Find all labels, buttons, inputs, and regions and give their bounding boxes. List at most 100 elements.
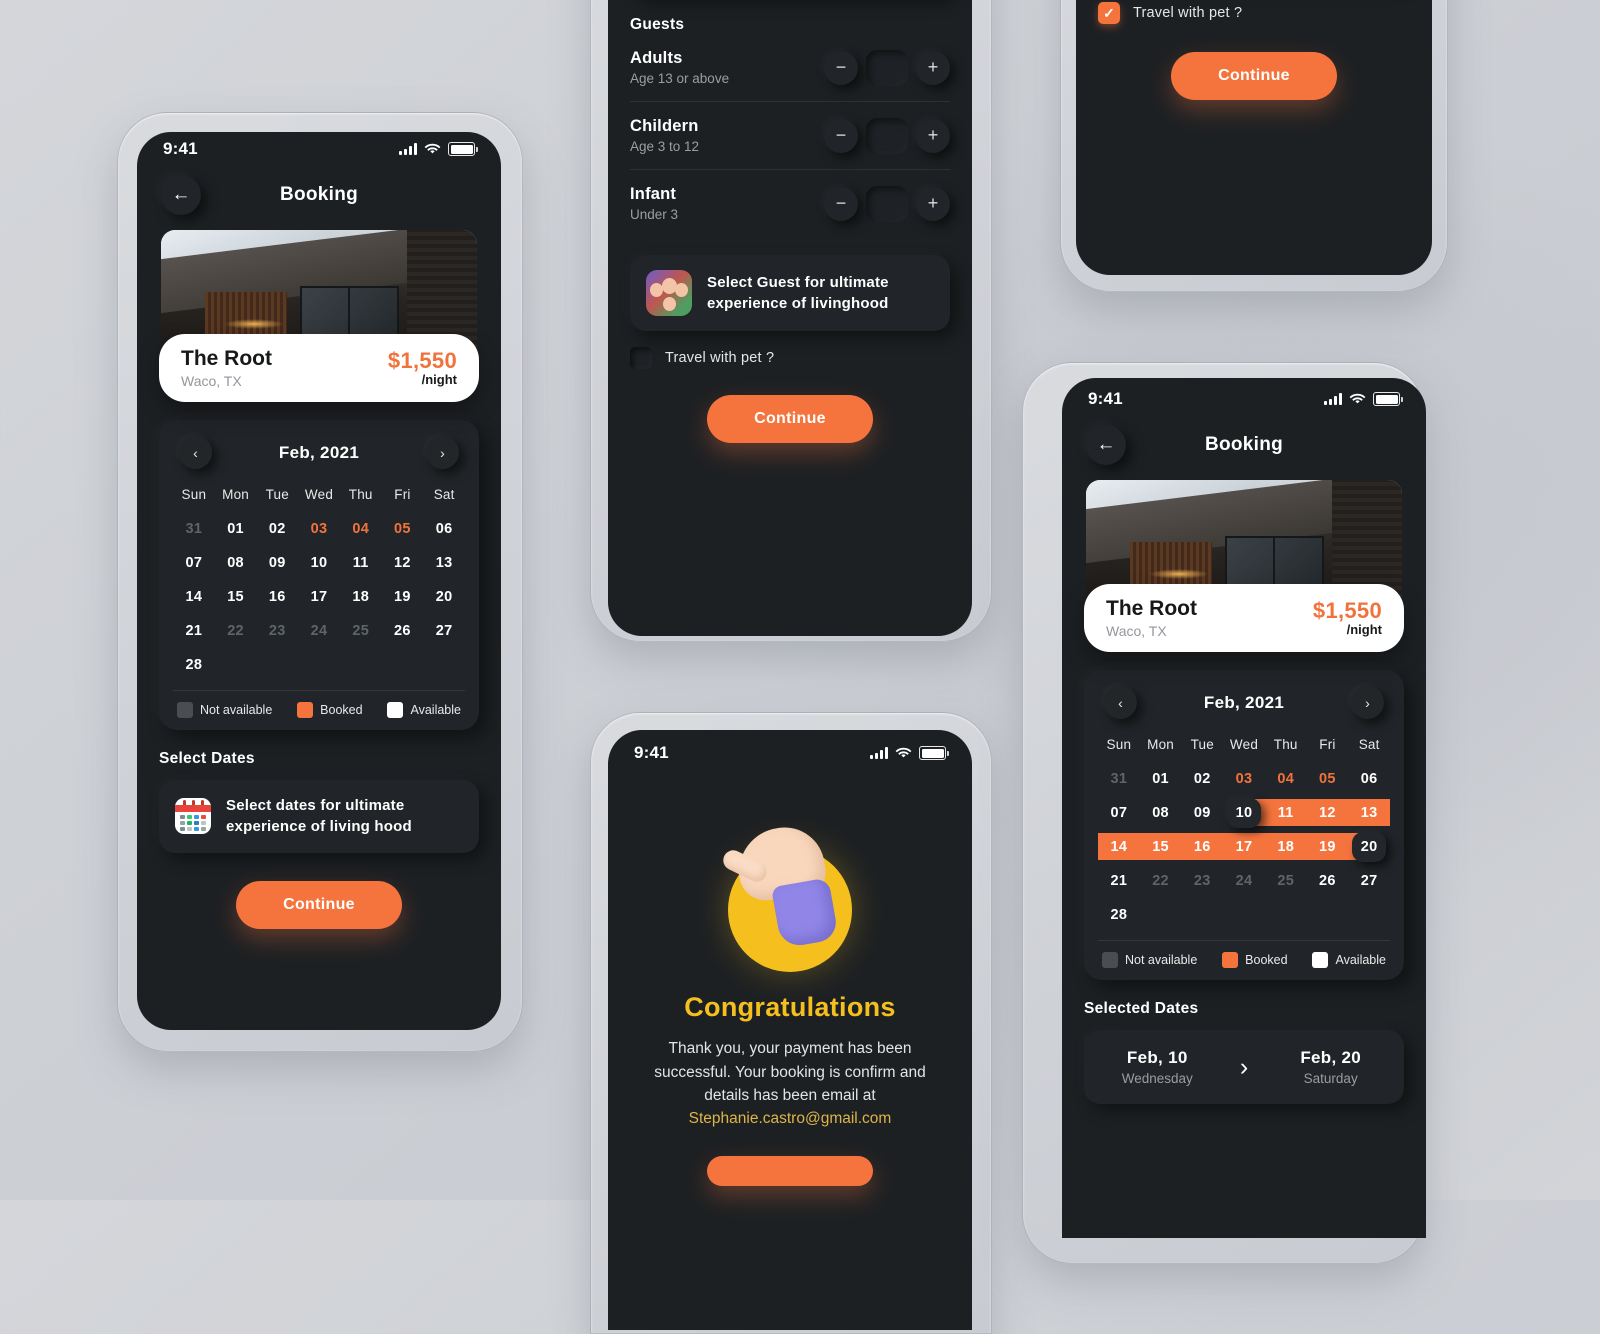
calendar-day-12[interactable]: 12 [382, 547, 424, 578]
calendar-day-16[interactable]: 16 [1181, 831, 1224, 862]
calendar-day-19[interactable]: 19 [1306, 831, 1349, 862]
calendar-day-25[interactable]: 25 [340, 615, 382, 646]
calendar-day-23[interactable]: 23 [256, 615, 298, 646]
calendar-day-20[interactable]: 20 [1348, 831, 1390, 862]
back-button[interactable]: ← [161, 175, 201, 215]
calendar-day-20[interactable]: 20 [423, 581, 465, 612]
calendar-day-13[interactable]: 13 [1348, 797, 1390, 828]
battery-icon [919, 746, 949, 760]
calendar-day-04[interactable]: 04 [1265, 763, 1307, 794]
calendar-prev-button[interactable]: ‹ [179, 436, 212, 469]
property-info-card-2[interactable]: The Root Waco, TX $1,550 /night [1084, 583, 1404, 652]
calendar-day-14[interactable]: 14 [173, 581, 215, 612]
property-info-card[interactable]: The Root Waco, TX $1,550 /night [159, 333, 479, 402]
calendar-day-08[interactable]: 08 [1140, 797, 1182, 828]
calendar-day-05[interactable]: 05 [1307, 763, 1349, 794]
calendar-day-18[interactable]: 18 [1264, 831, 1307, 862]
calendar-next-button-2[interactable]: › [1350, 686, 1384, 719]
back-button-2[interactable]: ← [1086, 425, 1126, 465]
status-time: 9:41 [163, 139, 198, 158]
continue-button-guests[interactable]: Continue [707, 395, 873, 443]
nav-bar: ← Booking [137, 166, 501, 224]
calendar-day-28[interactable]: 28 [173, 649, 215, 680]
travel-with-pet-row-checked[interactable]: ✓ Travel with pet ? [1098, 2, 1410, 24]
legend-label: Booked [1245, 953, 1288, 967]
calendar-day-18[interactable]: 18 [340, 581, 382, 612]
congrats-action-button[interactable] [707, 1155, 873, 1186]
calendar-day-09[interactable]: 09 [1181, 797, 1223, 828]
travel-with-pet-row[interactable]: Travel with pet ? [630, 347, 950, 369]
property-price-unit: /night [421, 371, 457, 387]
selected-date-range-2[interactable]: Feb, 10 Wednesday › Feb, 20 Saturday [1084, 1030, 1404, 1104]
congrats-content: Congratulations Thank you, your payment … [608, 770, 972, 1186]
calendar-day-10[interactable]: 10 [298, 547, 340, 578]
calendar-day-15[interactable]: 15 [1139, 831, 1182, 862]
calendar-day-16[interactable]: 16 [256, 581, 298, 612]
calendar-day-12[interactable]: 12 [1306, 797, 1349, 828]
calendar-prev-button-2[interactable]: ‹ [1104, 686, 1137, 719]
calendar-next-button[interactable]: › [425, 436, 459, 469]
calendar-day-01[interactable]: 01 [1140, 763, 1182, 794]
calendar-day-02[interactable]: 02 [1181, 763, 1223, 794]
calendar-day-26[interactable]: 26 [382, 615, 424, 646]
calendar-day-21[interactable]: 21 [1098, 865, 1140, 896]
calendar-day-label: 05 [394, 520, 411, 537]
calendar-day-13[interactable]: 13 [423, 547, 465, 578]
calendar-day-14[interactable]: 14 [1098, 831, 1140, 862]
calendar-day-15[interactable]: 15 [215, 581, 257, 612]
calendar-day-11[interactable]: 11 [340, 547, 382, 578]
calendar-day-17[interactable]: 17 [1223, 831, 1265, 862]
calendar-day-label: 06 [435, 520, 453, 537]
stepper-plus-button[interactable]: + [916, 50, 950, 85]
continue-button-guests-selected[interactable]: Continue [1171, 52, 1337, 100]
stepper-plus-button[interactable]: + [916, 118, 950, 153]
calendar-day-10[interactable]: 10 [1223, 797, 1265, 828]
calendar-day-08[interactable]: 08 [215, 547, 257, 578]
calendar-day-04[interactable]: 04 [340, 513, 382, 544]
guest-stepper: − + [824, 185, 950, 222]
travel-with-pet-checkbox[interactable] [630, 347, 652, 369]
legend-item-not-available: Not available [177, 702, 272, 718]
stepper-minus-button[interactable]: − [824, 186, 858, 221]
stepper-minus-button[interactable]: − [824, 50, 858, 85]
calendar-day-03[interactable]: 03 [298, 513, 340, 544]
calendar-day-27[interactable]: 27 [423, 615, 465, 646]
calendar-day-09[interactable]: 09 [256, 547, 298, 578]
calendar-day-22[interactable]: 22 [1140, 865, 1182, 896]
calendar-day-25[interactable]: 25 [1265, 865, 1307, 896]
calendar-day-06[interactable]: 06 [423, 513, 465, 544]
calendar-day-label: 15 [227, 588, 244, 605]
calendar-day-26[interactable]: 26 [1307, 865, 1349, 896]
calendar-day-24[interactable]: 24 [1223, 865, 1265, 896]
calendar-day-22[interactable]: 22 [215, 615, 257, 646]
calendar-day-01[interactable]: 01 [215, 513, 257, 544]
property-price: $1,550 [387, 348, 457, 374]
calendar-day-21[interactable]: 21 [173, 615, 215, 646]
select-guest-tip-card[interactable]: Select Guest for ultimate experience of … [630, 255, 950, 331]
calendar-day-31[interactable]: 31 [1098, 763, 1140, 794]
calendar-day-07[interactable]: 07 [1098, 797, 1140, 828]
travel-with-pet-checkbox-checked[interactable]: ✓ [1098, 2, 1120, 24]
calendar-day-11[interactable]: 11 [1264, 797, 1307, 828]
calendar-day-05[interactable]: 05 [382, 513, 424, 544]
select-dates-tip-card[interactable]: Select dates for ultimate experience of … [159, 780, 479, 853]
calendar-day-label: 22 [227, 622, 244, 639]
calendar-day-label: 12 [1319, 804, 1336, 821]
continue-button[interactable]: Continue [236, 880, 402, 929]
calendar-day-28[interactable]: 28 [1098, 899, 1140, 930]
calendar-day-31[interactable]: 31 [173, 513, 215, 544]
calendar-day-02[interactable]: 02 [256, 513, 298, 544]
calendar-day-label: 01 [1152, 770, 1169, 787]
calendar-day-17[interactable]: 17 [298, 581, 340, 612]
status-bar-congrats: 9:41 [608, 736, 972, 770]
calendar-day-03[interactable]: 03 [1223, 763, 1265, 794]
calendar-day-24[interactable]: 24 [298, 615, 340, 646]
calendar-day-07[interactable]: 07 [173, 547, 215, 578]
calendar-day-23[interactable]: 23 [1181, 865, 1223, 896]
calendar-day-label: 24 [1235, 872, 1253, 889]
stepper-plus-button[interactable]: + [916, 186, 950, 221]
calendar-day-27[interactable]: 27 [1348, 865, 1390, 896]
calendar-day-06[interactable]: 06 [1348, 763, 1390, 794]
stepper-minus-button[interactable]: − [824, 118, 858, 153]
calendar-day-19[interactable]: 19 [382, 581, 424, 612]
